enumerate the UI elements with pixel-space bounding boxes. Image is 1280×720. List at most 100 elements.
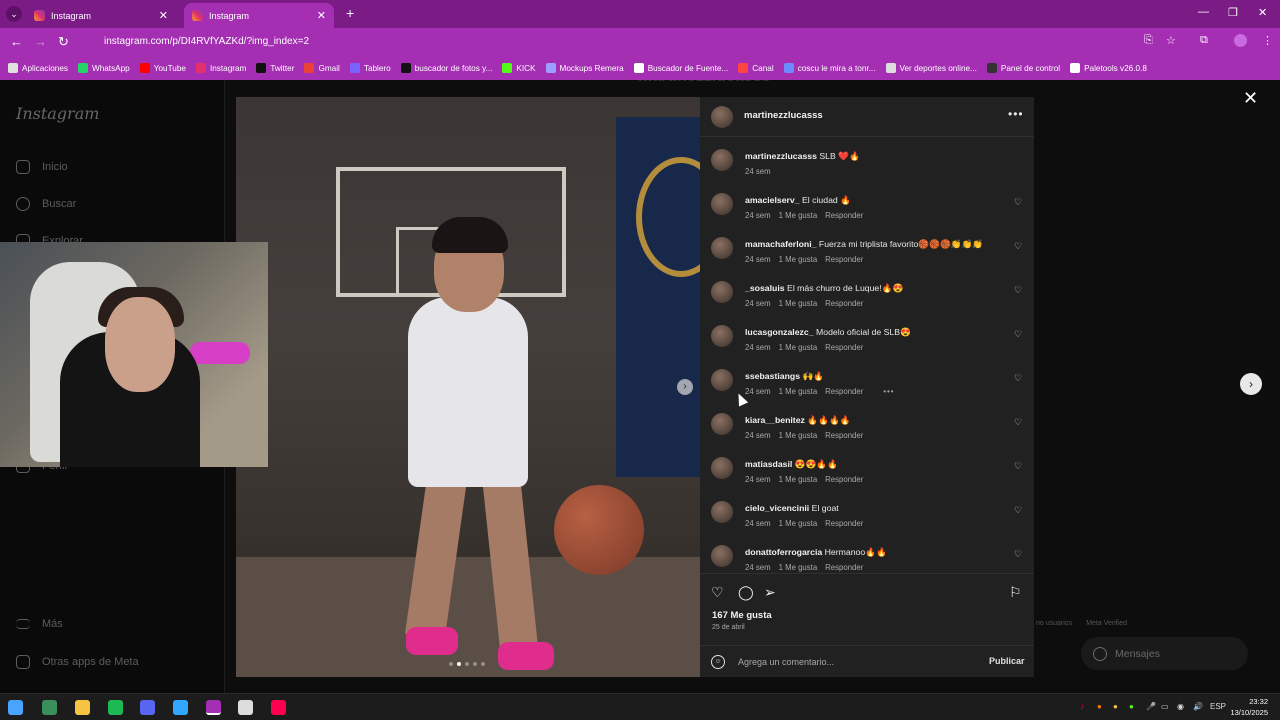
language-indicator[interactable]: ESP (1210, 702, 1226, 711)
avatar[interactable] (711, 369, 733, 391)
avatar[interactable] (711, 545, 733, 567)
close-tab-icon[interactable]: ✕ (159, 9, 168, 22)
bookmark-item[interactable]: coscu le mira a tonr... (783, 63, 876, 73)
bookmark-item[interactable]: Ver deportes online... (885, 63, 977, 73)
footer-link[interactable]: Meta Verified (1086, 620, 1127, 627)
messages-button[interactable]: Mensajes (1081, 637, 1248, 670)
chrome-alt-icon[interactable] (42, 700, 57, 715)
avatar[interactable] (711, 413, 733, 435)
discord-icon[interactable] (140, 700, 155, 715)
comment-username[interactable]: matiasdasil (745, 459, 792, 469)
browser-menu-icon[interactable]: ⋮ (1262, 34, 1273, 47)
close-modal-icon[interactable]: ✕ (1243, 88, 1258, 109)
reply-button[interactable]: Responder (825, 475, 863, 484)
avatar[interactable] (711, 237, 733, 259)
comment-username[interactable]: donattoferrogarcia (745, 547, 822, 557)
start-icon[interactable] (8, 700, 23, 715)
comment-likes[interactable]: 1 Me gusta (779, 431, 818, 440)
share-icon[interactable]: ➢ (764, 584, 776, 601)
bookmark-item[interactable]: buscador de fotos y... (400, 63, 492, 73)
bookmark-item[interactable]: Panel de control (986, 63, 1060, 73)
next-image-button[interactable]: › (677, 379, 693, 395)
tiktok-icon[interactable] (271, 700, 286, 715)
back-icon[interactable]: ← (10, 34, 23, 49)
comment-username[interactable]: _sosaluis (745, 283, 785, 293)
comment-like-icon[interactable]: ♡ (1014, 505, 1022, 516)
forward-icon[interactable]: → (34, 34, 47, 49)
footer-link[interactable]: no usuarios (1036, 620, 1072, 627)
new-tab-button[interactable]: + (346, 5, 354, 21)
save-icon[interactable]: ⚐ (1009, 584, 1022, 601)
tray-app-icon[interactable]: ● (1129, 702, 1134, 711)
tiktok-tray-icon[interactable]: ♪ (1080, 702, 1084, 711)
reply-button[interactable]: Responder (825, 255, 863, 264)
bookmark-item[interactable]: Canal (738, 63, 774, 73)
avatar[interactable] (711, 193, 733, 215)
comment-like-icon[interactable]: ♡ (1014, 285, 1022, 296)
file-explorer-icon[interactable] (75, 700, 90, 715)
close-tab-icon[interactable]: ✕ (317, 9, 326, 22)
tab-instagram-2[interactable]: Instagram ✕ (184, 3, 334, 28)
maximize-button[interactable]: ❐ (1228, 6, 1238, 19)
comment-likes[interactable]: 1 Me gusta (779, 211, 818, 220)
reply-button[interactable]: Responder (825, 563, 863, 572)
next-post-button[interactable]: › (1240, 373, 1262, 395)
sidebar-item-meta-apps[interactable]: Otras apps de Meta (16, 655, 139, 669)
avatar[interactable] (711, 106, 733, 128)
comment-username[interactable]: mamachaferloni_ (745, 239, 816, 249)
sidebar-item-buscar[interactable]: Buscar (16, 197, 76, 211)
avatar[interactable] (711, 501, 733, 523)
comment-like-icon[interactable]: ♡ (1014, 373, 1022, 384)
comment-username[interactable]: martinezzlucasss (745, 151, 817, 161)
close-window-button[interactable]: ✕ (1258, 6, 1267, 19)
bookmark-star-icon[interactable]: ☆ (1166, 34, 1176, 47)
profile-avatar[interactable] (1234, 34, 1247, 47)
comment-input[interactable] (738, 654, 978, 670)
reply-button[interactable]: Responder (825, 343, 863, 352)
tray-app-icon[interactable]: ● (1113, 702, 1118, 711)
instagram-logo[interactable]: Instagram (16, 104, 99, 123)
wifi-icon[interactable]: ◉ (1177, 702, 1184, 711)
sidebar-item-mas[interactable]: Más (16, 618, 63, 630)
reply-button[interactable]: Responder (825, 211, 863, 220)
emoji-icon[interactable]: ☺ (711, 655, 725, 669)
post-photo[interactable]: › (236, 97, 700, 677)
tab-instagram-1[interactable]: Instagram ✕ (26, 3, 176, 28)
like-icon[interactable]: ♡ (711, 584, 724, 601)
bookmark-item[interactable]: Tablero (349, 63, 391, 73)
comment-like-icon[interactable]: ♡ (1014, 461, 1022, 472)
publish-button[interactable]: Publicar (989, 656, 1025, 666)
bookmark-item[interactable]: KICK (502, 63, 536, 73)
bookmark-item[interactable]: Mockups Remera (545, 63, 624, 73)
comment-likes[interactable]: 1 Me gusta (779, 343, 818, 352)
comment-like-icon[interactable]: ♡ (1014, 329, 1022, 340)
url-field[interactable]: instagram.com/p/DI4RVfYAZKd/?img_index=2 (84, 32, 1204, 52)
extensions-icon[interactable]: ⧉ (1200, 34, 1208, 47)
spotify-icon[interactable] (108, 700, 123, 715)
comment-likes[interactable]: 1 Me gusta (779, 475, 818, 484)
comment-like-icon[interactable]: ♡ (1014, 197, 1022, 208)
comment-username[interactable]: amacielserv_ (745, 195, 800, 205)
comment-likes[interactable]: 1 Me gusta (779, 299, 818, 308)
bookmark-item[interactable]: WhatsApp (77, 63, 130, 73)
comment-like-icon[interactable]: ♡ (1014, 549, 1022, 560)
microphone-icon[interactable]: 🎤 (1146, 702, 1156, 711)
tab-search-button[interactable]: ⌄ (6, 6, 22, 22)
minimize-button[interactable]: — (1198, 6, 1209, 18)
bookmark-item[interactable]: Aplicaciones (8, 63, 68, 73)
avatar[interactable] (711, 457, 733, 479)
comment-username[interactable]: ssebastiangs (745, 371, 800, 381)
comment-likes[interactable]: 1 Me gusta (779, 519, 818, 528)
comment-like-icon[interactable]: ♡ (1014, 241, 1022, 252)
network-icon[interactable]: ▭ (1161, 702, 1169, 711)
reply-button[interactable]: Responder (825, 431, 863, 440)
comment-username[interactable]: kiara__benitez (745, 415, 805, 425)
system-clock[interactable]: 23:32 13/10/2025 (1228, 696, 1268, 718)
volume-icon[interactable]: 🔊 (1193, 702, 1203, 711)
comment-likes[interactable]: 1 Me gusta (779, 387, 818, 396)
app-icon[interactable] (238, 700, 253, 715)
comment-like-icon[interactable]: ♡ (1014, 417, 1022, 428)
bookmark-item[interactable]: YouTube (139, 63, 186, 73)
comment-likes[interactable]: 1 Me gusta (779, 563, 818, 572)
avatar[interactable] (711, 281, 733, 303)
